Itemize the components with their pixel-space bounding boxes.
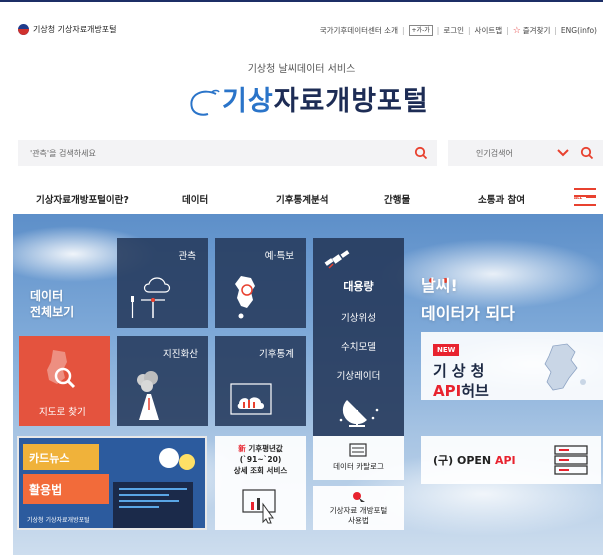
tile-climate-stats-label: 기후통계 [259, 349, 294, 360]
brand-title-part1: 기상 [222, 86, 274, 117]
data-all-line1: 데이터 [30, 289, 64, 303]
divider: | [554, 26, 557, 35]
main-nav: 기상자료개방포털이란? 데이터 기후통계분석 간행물 소통과 참여 ALL [0, 188, 603, 208]
card-news-banner[interactable]: 카드뉴스 활용법 기상청 기상자료개방포털 [17, 436, 207, 530]
link-weather-radar[interactable]: 기상레이더 [313, 368, 404, 382]
tile-data-catalog[interactable]: 데이터 카탈로그 [313, 436, 404, 480]
tile-map-search-label: 지도로 찾기 [39, 407, 86, 418]
nav-item-publications[interactable]: 간행물 [384, 192, 410, 206]
popular-search-icon[interactable] [580, 146, 594, 160]
font-minus-button[interactable]: -가 [422, 27, 430, 34]
popular-search-box[interactable]: 인기검색어 [448, 140, 603, 166]
normals-new: 新 [238, 444, 246, 453]
star-icon: ☆ [512, 25, 521, 36]
kma-logo-text: 기상청 기상자료개방포털 [33, 25, 117, 34]
usage-icon [353, 492, 365, 502]
nav-item-community[interactable]: 소통과 참여 [478, 192, 525, 206]
brand-title-part2: 자료개방포털 [273, 86, 429, 117]
api-hub-line1: 기상청 [433, 362, 490, 380]
link-numerical-model[interactable]: 수치모델 [313, 339, 404, 353]
data-all-line2: 전체보기 [30, 305, 75, 319]
normals-title: 기후평년값 [248, 444, 283, 453]
link-english[interactable]: ENG(info) [561, 26, 597, 35]
link-login[interactable]: 로그인 [443, 25, 464, 36]
map-magnifier-icon [47, 350, 76, 389]
data-all-link[interactable]: 데이터 전체보기 [30, 288, 74, 320]
kma-emblem-icon [18, 24, 29, 35]
nav-item-data[interactable]: 데이터 [182, 192, 208, 206]
open-api-red: API [494, 454, 516, 467]
link-favorites[interactable]: 즐겨찾기 [523, 25, 551, 36]
normals-line3: 상세 조회 서비스 [233, 466, 288, 475]
font-size-control[interactable]: +가-가 [408, 25, 433, 36]
tile-earthquake-volcano-label: 지진화산 [163, 349, 198, 360]
normals-line2: (`91~`20) [239, 455, 282, 464]
server-icon [554, 445, 588, 475]
tile-map-search[interactable]: 지도로 찾기 [19, 336, 110, 426]
satellite-icon [324, 250, 350, 269]
usage-line2: 사용법 [348, 516, 369, 525]
hero-banner: 데이터 전체보기 관측 예·특보 대용량 기상위성 수치모델 기상레이더 지도로… [13, 214, 603, 555]
tile-forecast-label: 예·특보 [264, 251, 294, 262]
api-hub-hub-text: 허브 [461, 382, 489, 400]
brand-subtitle: 기상청 날씨데이터 서비스 [247, 64, 356, 75]
catalog-icon [349, 443, 367, 457]
slogan-line2: 데이터가 되다 [421, 304, 515, 323]
open-api-label: (구) OPEN API [433, 452, 516, 468]
utility-links: 국가기후데이터센터 소개 | +가-가 | 로그인 | 사이트맵 | ☆ 즐겨찾… [320, 25, 597, 36]
kma-logo[interactable]: 기상청 기상자료개방포털 [18, 24, 117, 35]
brand-title: 기상자료개방포털 [222, 86, 429, 118]
normals-line1: 新 기후평년값 [215, 444, 306, 454]
volcano-icon [137, 371, 159, 420]
font-plus-button[interactable]: +가 [412, 27, 423, 34]
divider: | [506, 26, 509, 35]
tile-observation[interactable]: 관측 [117, 238, 208, 328]
tile-portal-usage[interactable]: 기상자료 개방포털 사용법 [313, 486, 404, 530]
radar-dish-icon [339, 400, 379, 427]
top-accent-line [0, 0, 603, 2]
chevron-down-icon[interactable] [556, 148, 570, 158]
korea-map-icon [235, 276, 255, 319]
chart-cursor-icon [242, 489, 276, 524]
climate-chart-icon [230, 383, 272, 415]
link-climate-center-intro[interactable]: 국가기후데이터센터 소개 [320, 25, 398, 36]
api-hub-api-text: API [433, 382, 462, 400]
tile-climate-normals[interactable]: 新 기후평년값 (`91~`20) 상세 조회 서비스 [215, 436, 306, 530]
api-hub-card[interactable]: NEW 기상청 API허브 [421, 332, 603, 400]
link-sitemap[interactable]: 사이트맵 [475, 25, 503, 36]
popular-search-label: 인기검색어 [476, 148, 513, 158]
tile-bigdata-title: 대용량 [343, 280, 374, 293]
tile-climate-stats[interactable]: 기후통계 [215, 336, 306, 426]
open-api-prefix: (구) OPEN [433, 454, 495, 467]
nav-item-climate-stats[interactable]: 기후통계분석 [276, 192, 328, 206]
divider: | [402, 26, 405, 35]
hamburger-menu-icon[interactable]: ALL [574, 188, 596, 206]
weather-station-icon [131, 277, 171, 318]
api-hub-line2: API허브 [433, 380, 489, 401]
new-badge: NEW [433, 344, 460, 356]
brand-swoosh-icon [190, 89, 220, 116]
svg-text:활용법: 활용법 [29, 482, 62, 497]
search-input[interactable] [18, 148, 414, 158]
search-icon[interactable] [414, 146, 428, 160]
tile-observation-label: 관측 [178, 251, 196, 262]
korea-peninsula-icon [544, 343, 586, 391]
search-box [18, 140, 437, 166]
usage-line1: 기상자료 개방포털 [329, 506, 388, 515]
card-news-logo: 기상청 기상자료개방포털 [27, 517, 90, 524]
divider: | [468, 26, 471, 35]
divider: | [436, 26, 440, 35]
brand-logo[interactable]: 기상자료개방포털 [186, 78, 429, 118]
tile-bigdata[interactable]: 대용량 기상위성 수치모델 기상레이더 [313, 238, 404, 436]
slogan-line1: 날씨! [421, 276, 458, 295]
nav-item-about[interactable]: 기상자료개방포털이란? [36, 192, 129, 206]
tile-open-api[interactable]: (구) OPEN API [421, 436, 601, 484]
svg-text:카드뉴스: 카드뉴스 [29, 451, 69, 465]
catalog-label: 데이터 카탈로그 [333, 462, 384, 471]
tile-earthquake-volcano[interactable]: 지진화산 [117, 336, 208, 426]
tile-forecast[interactable]: 예·특보 [215, 238, 306, 328]
link-satellite[interactable]: 기상위성 [313, 310, 404, 324]
